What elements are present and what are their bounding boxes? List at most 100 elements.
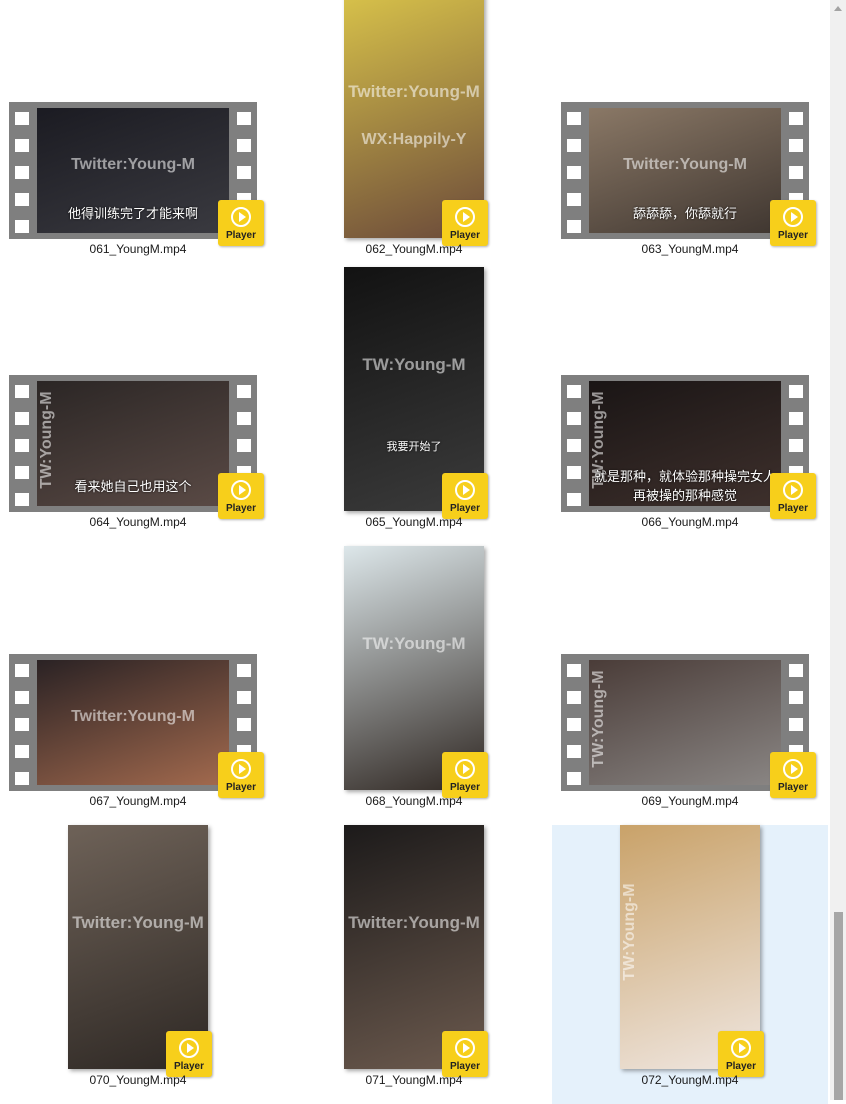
file-tile[interactable]: Twitter:Young-M Player 067_YoungM.mp4 — [0, 546, 276, 825]
film-hole — [15, 193, 29, 206]
play-circle-icon — [455, 480, 475, 500]
file-tile[interactable]: Twitter:Young-M 他得训练完了才能来啊 Player 061_Young… — [0, 0, 276, 273]
watermark-text: Twitter:Young-M — [348, 81, 480, 101]
file-grid: Twitter:Young-M 他得训练完了才能来啊 Player 061_Young… — [0, 0, 830, 1104]
player-button[interactable]: Player — [718, 1031, 764, 1077]
film-hole — [15, 664, 29, 677]
subtitle-text: 我要开始了 — [386, 440, 442, 453]
film-hole — [237, 139, 251, 152]
film-hole — [237, 439, 251, 452]
player-button[interactable]: Player — [770, 473, 816, 519]
player-label: Player — [449, 1061, 481, 1072]
film-hole — [567, 385, 581, 398]
film-hole — [15, 745, 29, 758]
film-hole — [15, 466, 29, 479]
player-label: Player — [777, 503, 809, 514]
film-strip-left — [561, 102, 587, 239]
watermark-text-secondary: WX:Happily-Y — [361, 130, 467, 148]
film-hole — [789, 439, 803, 452]
film-hole — [567, 220, 581, 233]
player-button[interactable]: Player — [218, 752, 264, 798]
player-button[interactable]: Player — [218, 200, 264, 246]
player-button[interactable]: Player — [770, 752, 816, 798]
film-hole — [15, 166, 29, 179]
film-hole — [237, 112, 251, 125]
file-name: 070_YoungM.mp4 — [89, 1073, 187, 1087]
player-button[interactable]: Player — [442, 1031, 488, 1077]
film-hole — [15, 220, 29, 233]
player-button[interactable]: Player — [770, 200, 816, 246]
player-button[interactable]: Player — [218, 473, 264, 519]
film-hole — [567, 139, 581, 152]
file-tile[interactable]: Twitter:Young-M WX:Happily-Y Player 062_You… — [276, 0, 552, 273]
player-button[interactable]: Player — [442, 752, 488, 798]
subtitle-text: 他得训练完了才能来啊 — [67, 206, 198, 221]
file-name: 072_YoungM.mp4 — [641, 1073, 739, 1087]
film-hole — [789, 139, 803, 152]
file-name: 062_YoungM.mp4 — [365, 242, 463, 256]
film-hole — [15, 691, 29, 704]
play-circle-icon — [455, 759, 475, 779]
film-hole — [789, 166, 803, 179]
film-hole — [237, 412, 251, 425]
film-hole — [789, 664, 803, 677]
player-label: Player — [725, 1061, 757, 1072]
film-hole — [567, 466, 581, 479]
film-strip-left — [9, 102, 35, 239]
film-hole — [237, 385, 251, 398]
film-hole — [237, 691, 251, 704]
play-circle-icon — [731, 1038, 751, 1058]
player-label: Player — [777, 230, 809, 241]
file-tile[interactable]: Twitter:Young-M Player 070_YoungM.mp4 — [0, 825, 276, 1104]
player-label: Player — [449, 503, 481, 514]
vertical-scrollbar[interactable] — [830, 0, 846, 1100]
play-circle-icon — [231, 759, 251, 779]
player-label: Player — [225, 503, 257, 514]
player-button[interactable]: Player — [442, 473, 488, 519]
file-name: 061_YoungM.mp4 — [89, 242, 187, 256]
film-strip-left — [561, 375, 587, 512]
film-hole — [567, 493, 581, 506]
file-tile[interactable]: TW:Young-M Player 069_YoungM.mp4 — [552, 546, 828, 825]
film-hole — [789, 385, 803, 398]
player-label: Player — [225, 230, 257, 241]
watermark-text: Twitter:Young-M — [72, 912, 204, 932]
subtitle-text: 看来她自己也用这个 — [74, 479, 192, 494]
file-name: 066_YoungM.mp4 — [641, 515, 739, 529]
player-label: Player — [777, 782, 809, 793]
file-name: 064_YoungM.mp4 — [89, 515, 187, 529]
film-hole — [15, 139, 29, 152]
file-name: 069_YoungM.mp4 — [641, 794, 739, 808]
video-frame: TW:Young-M — [589, 660, 781, 785]
file-name: 068_YoungM.mp4 — [365, 794, 463, 808]
player-label: Player — [173, 1061, 205, 1072]
film-hole — [789, 112, 803, 125]
watermark-text: TW:Young-M — [590, 670, 607, 768]
scroll-up-arrow-icon[interactable] — [830, 0, 846, 17]
film-hole — [567, 193, 581, 206]
film-hole — [789, 691, 803, 704]
file-tile[interactable]: TW:Young-M 看来她自己也用这个 Player 064_YoungM.mp4 — [0, 267, 276, 546]
film-hole — [15, 439, 29, 452]
player-button[interactable]: Player — [442, 200, 488, 246]
file-tile[interactable]: Twitter:Young-M 舔舔舔，你舔就行 Player 063_YoungM.… — [552, 0, 828, 273]
file-tile[interactable]: TW:Young-M Player 072_YoungM.mp4 — [552, 825, 828, 1104]
play-circle-icon — [179, 1038, 199, 1058]
play-circle-icon — [783, 207, 803, 227]
file-tile[interactable]: Twitter:Young-M Player 071_YoungM.mp4 — [276, 825, 552, 1104]
video-frame: Twitter:Young-M 舔舔舔，你舔就行 — [589, 108, 781, 233]
film-hole — [567, 112, 581, 125]
player-button[interactable]: Player — [166, 1031, 212, 1077]
file-tile[interactable]: TW:Young-M 我要开始了 Player 065_YoungM.mp4 — [276, 267, 552, 546]
play-circle-icon — [783, 759, 803, 779]
film-hole — [789, 412, 803, 425]
film-hole — [567, 166, 581, 179]
player-label: Player — [449, 782, 481, 793]
watermark-text: TW:Young-M — [362, 633, 466, 653]
film-hole — [237, 664, 251, 677]
file-tile[interactable]: TW:Young-M 就是那种，就体验那种操完女人 再被操的那种感觉 Player 06… — [552, 267, 828, 546]
player-label: Player — [449, 230, 481, 241]
scroll-thumb[interactable] — [834, 912, 843, 1100]
film-hole — [15, 385, 29, 398]
file-tile[interactable]: TW:Young-M Player 068_YoungM.mp4 — [276, 546, 552, 825]
